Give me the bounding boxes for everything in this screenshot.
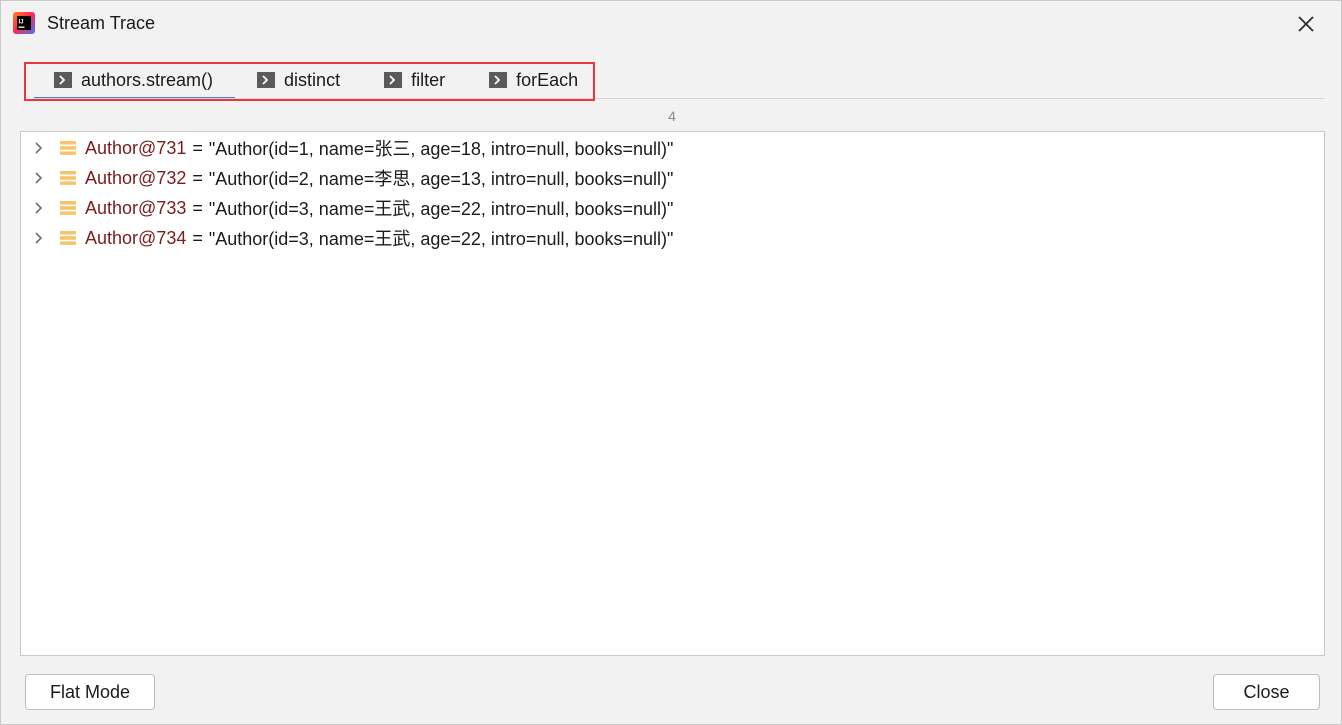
object-reference: Author@731 (85, 137, 187, 158)
tab-label: filter (411, 69, 446, 90)
object-value: "Author(id=2, name=李思, age=13, intro=nul… (208, 169, 674, 189)
tab-label: authors.stream() (81, 69, 214, 90)
flat-mode-button[interactable]: Flat Mode (25, 674, 155, 710)
equals-sign: = (192, 137, 203, 158)
chevron-right-icon[interactable] (33, 171, 45, 185)
tab-distinct[interactable]: distinct (235, 61, 362, 99)
equals-sign: = (192, 197, 203, 218)
list-item[interactable]: Author@731 = "Author(id=1, name=张三, age=… (21, 133, 1324, 163)
trace-values-list: Author@731 = "Author(id=1, name=张三, age=… (20, 131, 1325, 656)
object-reference: Author@734 (85, 227, 187, 248)
svg-text:IJ: IJ (19, 20, 24, 26)
equals-sign: = (192, 167, 203, 188)
stream-trace-dialog: IJ Stream Trace authors.stream() distinc… (0, 0, 1342, 725)
object-reference: Author@733 (85, 197, 187, 218)
object-value: "Author(id=3, name=王武, age=22, intro=nul… (208, 199, 674, 219)
chevron-right-icon[interactable] (33, 231, 45, 245)
stream-step-tabs: authors.stream() distinct filter forEach (34, 61, 600, 100)
intellij-idea-icon: IJ (13, 12, 35, 34)
list-item[interactable]: Author@733 = "Author(id=3, name=王武, age=… (21, 193, 1324, 223)
object-icon (60, 201, 76, 215)
list-item[interactable]: Author@732 = "Author(id=2, name=李思, age=… (21, 163, 1324, 193)
tab-divider (34, 98, 1324, 99)
tab-foreach[interactable]: forEach (467, 61, 600, 99)
window-title: Stream Trace (47, 13, 156, 33)
chevron-right-icon[interactable] (33, 201, 45, 215)
terminal-arrow-icon (54, 72, 72, 88)
tab-label: distinct (284, 69, 341, 90)
object-value: "Author(id=3, name=王武, age=22, intro=nul… (208, 229, 674, 249)
close-icon[interactable] (1293, 11, 1319, 37)
object-icon (60, 141, 76, 155)
object-value: "Author(id=1, name=张三, age=18, intro=nul… (208, 139, 674, 159)
item-count: 4 (668, 108, 676, 124)
chevron-right-icon[interactable] (33, 141, 45, 155)
tab-label: forEach (516, 69, 579, 90)
tab-filter[interactable]: filter (362, 61, 467, 99)
terminal-arrow-icon (489, 72, 508, 88)
terminal-arrow-icon (257, 72, 276, 88)
tab-authors-stream[interactable]: authors.stream() (34, 61, 236, 100)
terminal-arrow-icon (384, 72, 403, 88)
list-item[interactable]: Author@734 = "Author(id=3, name=王武, age=… (21, 223, 1324, 253)
object-icon (60, 231, 76, 245)
object-icon (60, 171, 76, 185)
title-bar: IJ Stream Trace (1, 1, 1341, 47)
close-button[interactable]: Close (1213, 674, 1320, 710)
equals-sign: = (192, 227, 203, 248)
object-reference: Author@732 (85, 167, 187, 188)
